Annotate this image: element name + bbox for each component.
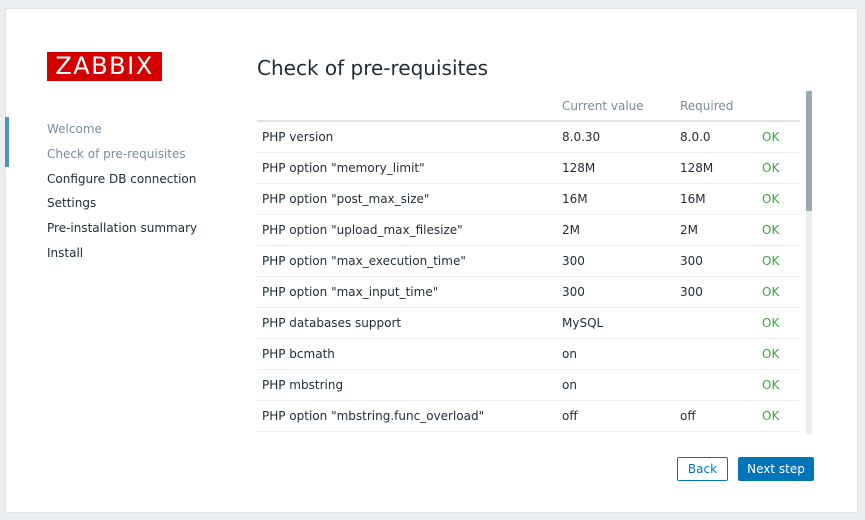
row-current-value: 128M bbox=[557, 152, 675, 184]
row-name: PHP option "max_execution_time" bbox=[257, 245, 557, 277]
setup-panel: ZABBIX Welcome Check of pre-requisites C… bbox=[5, 8, 858, 513]
row-result: OK bbox=[757, 276, 800, 308]
row-current-value: 2M bbox=[557, 214, 675, 246]
row-current-value: MySQL bbox=[557, 307, 675, 339]
row-current-value: 16M bbox=[557, 183, 675, 215]
row-result: OK bbox=[757, 214, 800, 246]
nav-item-check-prerequisites[interactable]: Check of pre-requisites bbox=[47, 147, 186, 161]
row-current-value: off bbox=[557, 400, 675, 432]
row-current-value: on bbox=[557, 431, 675, 434]
row-required: 128M bbox=[675, 152, 757, 184]
row-result: OK bbox=[757, 183, 800, 215]
nav-item-welcome[interactable]: Welcome bbox=[47, 122, 102, 136]
nav-current-marker bbox=[5, 117, 9, 167]
header-current-value: Current value bbox=[557, 91, 675, 122]
row-name: PHP option "post_max_size" bbox=[257, 183, 557, 215]
nav-item-install: Install bbox=[47, 246, 84, 260]
row-required: 16M bbox=[675, 183, 757, 215]
table-row: PHP option "post_max_size" 16M 16M OK bbox=[257, 183, 800, 215]
table-scrollbar[interactable] bbox=[806, 91, 812, 435]
row-required: 2M bbox=[675, 214, 757, 246]
row-current-value: 300 bbox=[557, 245, 675, 277]
header-required: Required bbox=[675, 91, 757, 122]
row-name: PHP mbstring bbox=[257, 369, 557, 401]
row-result: OK bbox=[757, 369, 800, 401]
scrollbar-thumb[interactable] bbox=[806, 91, 812, 211]
row-current-value: on bbox=[557, 338, 675, 370]
row-result: OK bbox=[757, 338, 800, 370]
row-required bbox=[675, 307, 757, 339]
row-name: PHP sockets bbox=[257, 431, 557, 434]
header-result bbox=[757, 91, 800, 122]
row-name: PHP option "memory_limit" bbox=[257, 152, 557, 184]
row-result: OK bbox=[757, 307, 800, 339]
row-name: PHP version bbox=[257, 121, 557, 153]
row-name: PHP databases support bbox=[257, 307, 557, 339]
nav-item-settings: Settings bbox=[47, 196, 97, 210]
header-name bbox=[257, 91, 557, 122]
prerequisites-table-container[interactable]: Current value Required PHP version 8.0.30… bbox=[257, 91, 802, 434]
table-row: PHP databases support MySQL OK bbox=[257, 307, 800, 339]
prerequisites-table: Current value Required PHP version 8.0.30… bbox=[257, 91, 800, 434]
row-name: PHP option "upload_max_filesize" bbox=[257, 214, 557, 246]
row-result: OK bbox=[757, 152, 800, 184]
row-name: PHP bcmath bbox=[257, 338, 557, 370]
table-row: PHP option "max_execution_time" 300 300 OK bbox=[257, 245, 800, 277]
row-result: OK bbox=[757, 245, 800, 277]
table-header-row: Current value Required bbox=[257, 91, 800, 122]
row-name: PHP option "max_input_time" bbox=[257, 276, 557, 308]
nav-item-pre-installation-summary: Pre-installation summary bbox=[47, 221, 198, 235]
row-current-value: 8.0.30 bbox=[557, 121, 675, 153]
row-result: OK bbox=[757, 431, 800, 434]
table-row: PHP version 8.0.30 8.0.0 OK bbox=[257, 121, 800, 153]
row-name: PHP option "mbstring.func_overload" bbox=[257, 400, 557, 432]
row-required: off bbox=[675, 400, 757, 432]
zabbix-logo: ZABBIX bbox=[47, 52, 162, 81]
row-required bbox=[675, 369, 757, 401]
page-title: Check of pre-requisites bbox=[257, 56, 489, 80]
row-required bbox=[675, 431, 757, 434]
row-required bbox=[675, 338, 757, 370]
back-button[interactable]: Back bbox=[677, 457, 728, 481]
table-row: PHP option "max_input_time" 300 300 OK bbox=[257, 276, 800, 308]
table-row: PHP option "mbstring.func_overload" off of… bbox=[257, 400, 800, 432]
row-current-value: 300 bbox=[557, 276, 675, 308]
table-row: PHP socketson OK bbox=[257, 431, 800, 434]
row-required: 8.0.0 bbox=[675, 121, 757, 153]
table-row: PHP option "memory_limit" 128M 128M OK bbox=[257, 152, 800, 184]
table-row: PHP bcmath on OK bbox=[257, 338, 800, 370]
row-required: 300 bbox=[675, 276, 757, 308]
table-row: PHP mbstring on OK bbox=[257, 369, 800, 401]
row-result: OK bbox=[757, 400, 800, 432]
row-result: OK bbox=[757, 121, 800, 153]
row-required: 300 bbox=[675, 245, 757, 277]
table-row: PHP option "upload_max_filesize" 2M 2M OK bbox=[257, 214, 800, 246]
nav-item-configure-db: Configure DB connection bbox=[47, 172, 197, 186]
row-current-value: on bbox=[557, 369, 675, 401]
next-step-button[interactable]: Next step bbox=[738, 457, 814, 481]
